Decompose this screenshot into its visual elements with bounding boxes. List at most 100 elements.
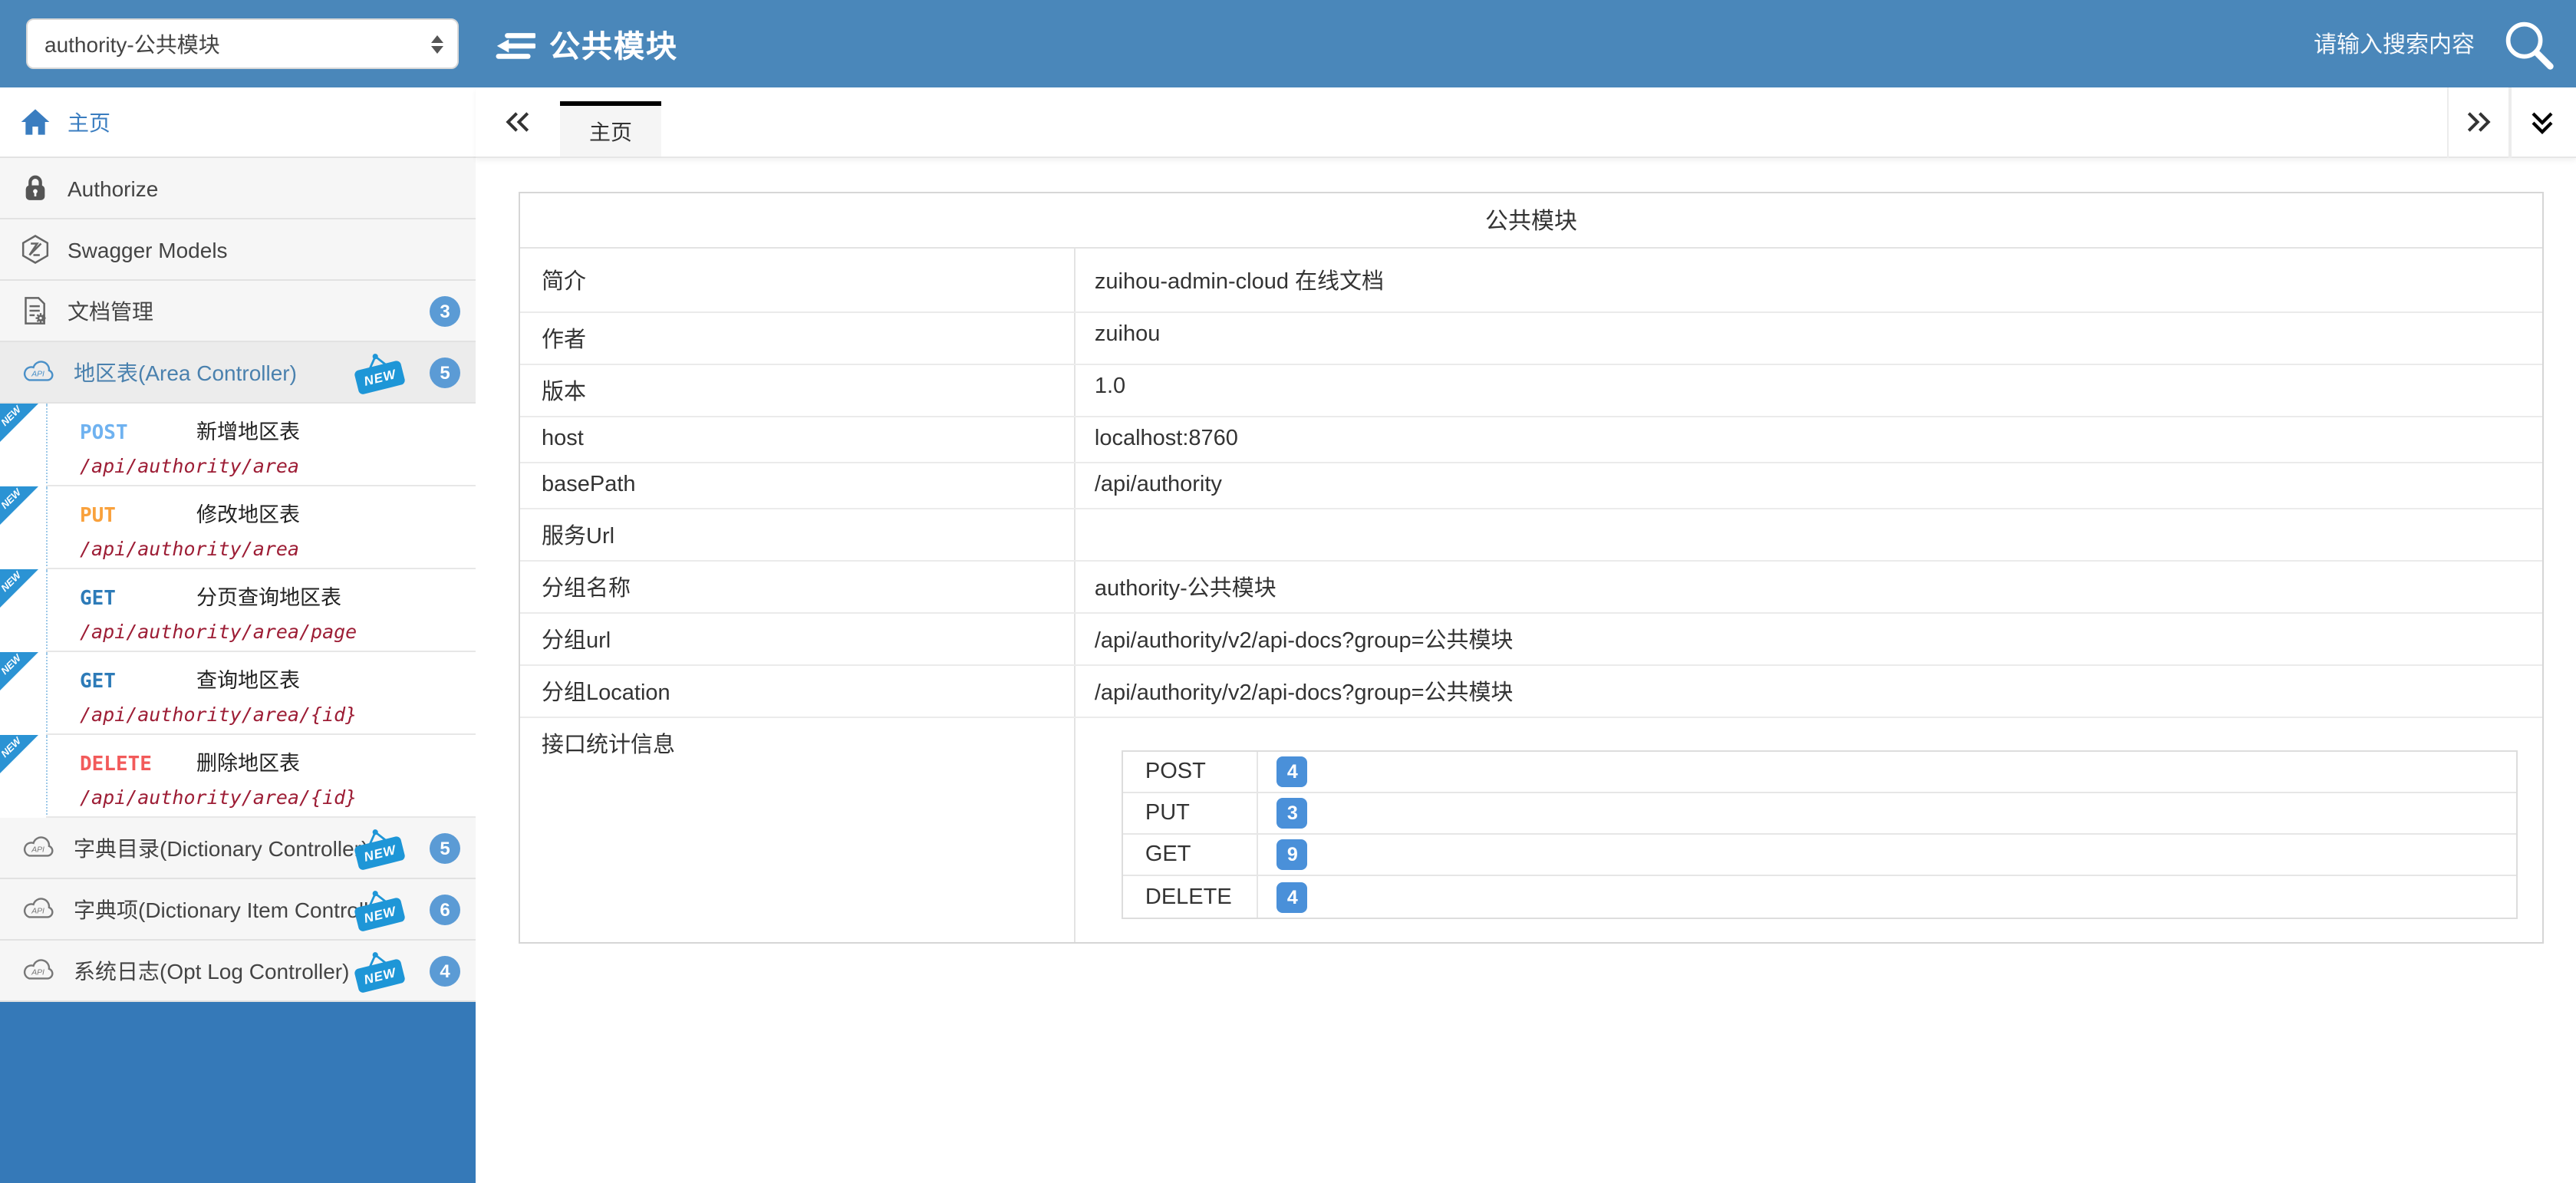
page-title: 公共模块 (549, 21, 678, 66)
stats-row: DELETE 4 (1124, 876, 2516, 918)
header-search[interactable]: 请输入搜索内容 (2314, 16, 2576, 71)
tag-pin-icon (363, 949, 387, 967)
sidebar-filler (0, 1002, 476, 1183)
module-title: 公共模块 (520, 193, 2542, 249)
home-icon (20, 107, 51, 137)
table-row: host localhost:8760 (520, 417, 2542, 463)
group-select-wrap: authority-公共模块 (26, 18, 459, 69)
operation-list: NEW POST 新增地区表 /api/authority/area NEW P… (0, 404, 476, 818)
api-cloud-icon: API (20, 896, 57, 922)
op-get-area-by-id[interactable]: NEW GET 查询地区表 /api/authority/area/{id} (0, 652, 476, 735)
swagger-bootstrap-ui-app: authority-公共模块 公共模块 请输入搜索内容 (0, 0, 2576, 1183)
document-gear-icon (20, 295, 51, 327)
double-chevron-down-icon (2528, 108, 2556, 136)
op-path: /api/authority/area (80, 454, 463, 477)
tab-home[interactable]: 主页 (560, 101, 661, 157)
sidebar-item-label: 地区表(Area Controller) (74, 357, 338, 387)
op-title: 删除地区表 (196, 746, 300, 776)
table-row: 分组名称 authority-公共模块 (520, 562, 2542, 614)
table-row-stats: 接口统计信息 POST 4 PUT 3 (520, 718, 2542, 942)
http-method: POST (80, 422, 196, 445)
main-panel: 主页 公共模块 简介 (476, 87, 2576, 1183)
op-post-add-area[interactable]: NEW POST 新增地区表 /api/authority/area (0, 404, 476, 486)
count-badge: 6 (430, 894, 460, 924)
new-tag: NEW (353, 957, 406, 993)
count-badge: 5 (430, 357, 460, 387)
tabs-menu-button[interactable] (2510, 87, 2573, 157)
module-info-table: 公共模块 简介 zuihou-admin-cloud 在线文档 作者 zuiho… (519, 192, 2544, 944)
group-select[interactable]: authority-公共模块 (26, 18, 459, 69)
double-chevron-left-icon (504, 109, 530, 135)
tabs-scroll-left-button[interactable] (491, 87, 543, 157)
stat-count-badge: 4 (1277, 881, 1308, 912)
tag-pin-icon (363, 888, 387, 906)
table-row: 服务Url (520, 509, 2542, 562)
tag-pin-icon (363, 826, 387, 845)
stat-count-badge: 4 (1277, 756, 1308, 787)
api-cloud-icon: API (20, 359, 57, 385)
svg-text:API: API (31, 846, 44, 855)
stats-row: PUT 3 (1124, 793, 2516, 835)
stats-row: GET 9 (1124, 835, 2516, 876)
double-chevron-right-icon (2466, 109, 2492, 135)
op-delete-area[interactable]: NEW DELETE 删除地区表 /api/authority/area/{id… (0, 735, 476, 818)
sidebar-item-label: 系统日志(Opt Log Controller) (74, 955, 338, 986)
sidebar-item-home[interactable]: 主页 (0, 87, 476, 158)
table-row: 作者 zuihou (520, 313, 2542, 365)
op-get-page-area[interactable]: NEW GET 分页查询地区表 /api/authority/area/page (0, 569, 476, 652)
method-stats-table: POST 4 PUT 3 GET 9 (1122, 750, 2518, 919)
sidebar-item-label: 字典目录(Dictionary Controller) (74, 832, 338, 863)
op-put-update-area[interactable]: NEW PUT 修改地区表 /api/authority/area (0, 486, 476, 569)
op-title: 新增地区表 (196, 414, 300, 445)
lock-icon (20, 172, 51, 204)
sidebar-item-dictionary-item-controller[interactable]: API 字典项(Dictionary Item Controller) NEW … (0, 879, 476, 941)
http-method: GET (80, 588, 196, 611)
op-title: 分页查询地区表 (196, 580, 341, 611)
sidebar-item-doc-manage[interactable]: 文档管理 3 (0, 281, 476, 342)
sidebar-item-label: 字典项(Dictionary Item Controller) (74, 894, 338, 924)
content: 公共模块 简介 zuihou-admin-cloud 在线文档 作者 zuiho… (476, 158, 2576, 1183)
models-hexagon-icon (20, 233, 51, 265)
api-cloud-icon: API (20, 835, 57, 861)
filter-menu-icon (494, 25, 535, 62)
table-row: 简介 zuihou-admin-cloud 在线文档 (520, 249, 2542, 313)
svg-text:API: API (31, 969, 44, 977)
sidebar-item-swagger-models[interactable]: Swagger Models (0, 219, 476, 281)
svg-text:API: API (31, 371, 44, 379)
op-title: 修改地区表 (196, 497, 300, 528)
svg-text:API: API (31, 908, 44, 916)
tab-label: 主页 (589, 116, 632, 147)
tabbar: 主页 (476, 87, 2576, 158)
stats-row: POST 4 (1124, 752, 2516, 793)
sidebar-item-label: Authorize (68, 176, 460, 200)
http-method: PUT (80, 505, 196, 528)
sidebar-item-area-controller[interactable]: API 地区表(Area Controller) NEW 5 (0, 342, 476, 404)
table-row: basePath /api/authority (520, 463, 2542, 509)
search-placeholder[interactable]: 请输入搜索内容 (2314, 28, 2475, 60)
sidebar: 主页 Authorize Swagger Models (0, 87, 476, 1183)
table-row: 分组Location /api/authority/v2/api-docs?gr… (520, 666, 2542, 718)
count-badge: 3 (430, 295, 460, 326)
sidebar-item-label: 主页 (68, 107, 110, 137)
stat-count-badge: 9 (1277, 839, 1308, 870)
sidebar-item-label: 文档管理 (68, 295, 413, 326)
op-path: /api/authority/area (80, 537, 463, 560)
op-path: /api/authority/area/{id} (80, 786, 463, 809)
stats-label: 接口统计信息 (520, 718, 1076, 942)
sidebar-item-dictionary-controller[interactable]: API 字典目录(Dictionary Controller) NEW 5 (0, 818, 476, 879)
tabs-scroll-right-button[interactable] (2447, 87, 2510, 157)
http-method: DELETE (80, 753, 196, 776)
table-row: 分组url /api/authority/v2/api-docs?group=公… (520, 614, 2542, 666)
sidebar-item-authorize[interactable]: Authorize (0, 158, 476, 219)
new-tag: NEW (353, 359, 406, 394)
count-badge: 5 (430, 832, 460, 863)
tag-pin-icon (363, 351, 387, 369)
op-title: 查询地区表 (196, 663, 300, 694)
search-icon[interactable] (2501, 16, 2556, 71)
sidebar-item-opt-log-controller[interactable]: API 系统日志(Opt Log Controller) NEW 4 (0, 941, 476, 1002)
header: authority-公共模块 公共模块 请输入搜索内容 (0, 0, 2576, 87)
count-badge: 4 (430, 955, 460, 986)
table-row: 版本 1.0 (520, 365, 2542, 417)
layout: 主页 Authorize Swagger Models (0, 87, 2576, 1183)
http-method: GET (80, 671, 196, 694)
